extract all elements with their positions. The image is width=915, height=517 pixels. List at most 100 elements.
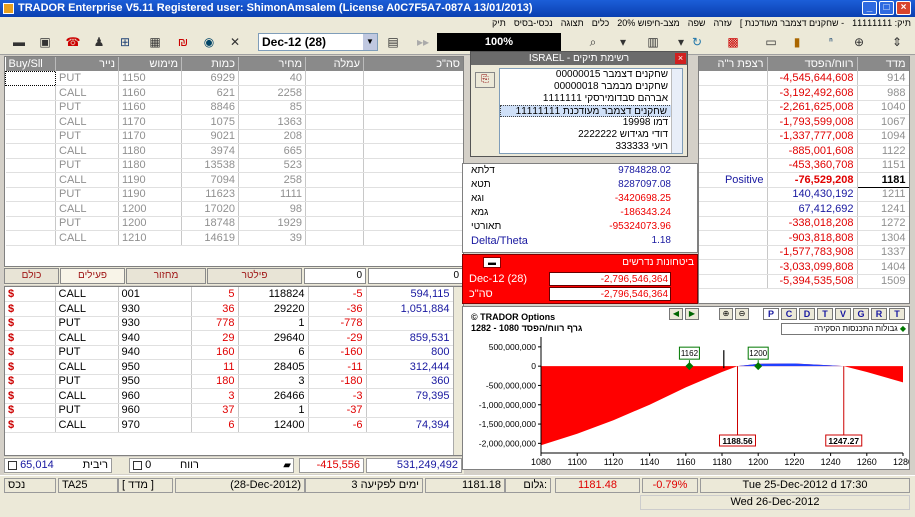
search-icon[interactable]: ⌕ bbox=[580, 33, 606, 51]
tab-all[interactable]: כולם bbox=[4, 268, 59, 284]
table-row[interactable]: -885,001,608 1122 bbox=[699, 143, 909, 159]
users-icon[interactable]: ♟ bbox=[90, 33, 108, 51]
chevron-down-icon[interactable]: ▼ bbox=[363, 34, 377, 50]
table-row[interactable]: $ CALL 970 6 12400 -6 74,394 bbox=[5, 417, 454, 433]
table-row[interactable]: -2,261,625,008 1040 bbox=[699, 100, 909, 115]
menu-item[interactable]: תיק: 11111111 bbox=[852, 18, 911, 28]
table-row[interactable]: PUT 1180 13538 523 bbox=[5, 158, 463, 173]
close-button[interactable]: × bbox=[896, 1, 911, 15]
menu-item[interactable]: מצב-חיפוש 20% bbox=[617, 18, 679, 28]
table-row[interactable]: -453,360,708 1151 bbox=[699, 158, 909, 173]
monitor-icon[interactable]: ▣ bbox=[36, 33, 54, 51]
table-row[interactable]: 140,430,192 1211 bbox=[699, 187, 909, 202]
column-header[interactable]: רצפת ר"ה bbox=[699, 57, 768, 71]
table-row[interactable]: 67,412,692 1241 bbox=[699, 201, 909, 217]
table-row[interactable]: -338,018,208 1272 bbox=[699, 216, 909, 231]
menu-item[interactable]: נכסי-בסיס bbox=[514, 18, 553, 28]
contract-select[interactable]: Dec-12 (28) ▼ bbox=[258, 33, 378, 51]
table-row[interactable]: -3,192,492,608 988 bbox=[699, 85, 909, 101]
profit-checkbox[interactable] bbox=[133, 460, 142, 470]
tools-icon[interactable]: ✕ bbox=[226, 33, 244, 51]
server-icon[interactable]: ▥ bbox=[644, 33, 662, 51]
portfolio-scrollbar[interactable] bbox=[671, 69, 682, 153]
chevron-down-icon[interactable]: ▾ bbox=[614, 33, 632, 51]
tab-turnover[interactable]: מחזור bbox=[126, 268, 206, 284]
chart-icon[interactable]: ▩ bbox=[724, 33, 742, 51]
table-row[interactable]: CALL 1190 7094 258 bbox=[5, 172, 463, 188]
maximize-button[interactable]: □ bbox=[879, 1, 894, 15]
table-row[interactable]: PUT 1150 6929 40 bbox=[5, 70, 463, 86]
refresh-icon[interactable]: ↻ bbox=[688, 33, 706, 51]
table-row[interactable]: -1,793,599,008 1067 bbox=[699, 114, 909, 130]
column-header[interactable]: רווח/הפסד bbox=[767, 57, 858, 71]
menu-item[interactable]: שפה bbox=[688, 18, 706, 28]
menu-item[interactable]: עזרה bbox=[714, 18, 732, 28]
table-row[interactable]: CALL 1200 17020 98 bbox=[5, 201, 463, 217]
column-header[interactable]: עמלה bbox=[305, 57, 364, 71]
globe-icon[interactable]: ◉ bbox=[200, 33, 218, 51]
portfolio-item[interactable]: דמו 19998 bbox=[500, 117, 682, 129]
print-icon[interactable]: ▭ bbox=[762, 33, 780, 51]
table-row[interactable]: -903,818,808 1304 bbox=[699, 230, 909, 246]
table-row[interactable]: $ CALL 960 3 26466 -3 79,395 bbox=[5, 388, 454, 404]
portfolio-item[interactable]: דודי מגידוש 2222222 bbox=[500, 129, 682, 141]
language-icon[interactable]: ⁿ bbox=[822, 33, 840, 51]
table-row[interactable]: -3,033,099,808 1404 bbox=[699, 259, 909, 275]
column-header[interactable]: כמות bbox=[181, 57, 239, 71]
table-row[interactable]: -1,337,777,008 1094 bbox=[699, 129, 909, 144]
table-row[interactable]: $ CALL 930 36 29220 -36 1,051,884 bbox=[5, 301, 454, 317]
table-row[interactable]: -5,394,535,508 1509 bbox=[699, 274, 909, 289]
close-icon[interactable]: × bbox=[675, 53, 686, 64]
tab-filter[interactable]: פילטר bbox=[207, 268, 302, 284]
fast-forward-icon[interactable]: ▸▸ bbox=[414, 33, 432, 51]
print-icon[interactable]: ▬ bbox=[483, 257, 501, 268]
folder-icon[interactable]: ▬ bbox=[10, 33, 28, 51]
table-row[interactable]: PUT 1170 9021 208 bbox=[5, 129, 463, 144]
column-header[interactable]: מימוש bbox=[118, 57, 182, 71]
table-row[interactable]: $ PUT 960 37 1 -37 bbox=[5, 403, 454, 418]
table-row[interactable]: $ CALL 940 29 29640 -29 859,531 bbox=[5, 330, 454, 346]
column-header[interactable]: מדד bbox=[857, 57, 909, 71]
column-header[interactable]: מחיר bbox=[238, 57, 306, 71]
table-row[interactable]: $ PUT 930 778 1 -778 bbox=[5, 316, 454, 331]
menu-item[interactable]: כלים bbox=[592, 18, 610, 28]
portfolio-item[interactable]: שחקנים מבמבר 00000018 bbox=[500, 81, 682, 93]
minimize-button[interactable]: _ bbox=[862, 1, 877, 15]
table-row[interactable]: CALL 1210 14619 39 bbox=[5, 230, 463, 246]
portfolio-item[interactable]: אברהם סבדומירסקי 1111111 bbox=[500, 93, 682, 105]
portfolio-item[interactable]: רועי 333333 bbox=[500, 141, 682, 153]
shekel-icon[interactable]: ₪ bbox=[174, 33, 192, 51]
table-row[interactable]: PUT 1160 8846 85 bbox=[5, 100, 463, 115]
zoom-icon[interactable]: ⊕ bbox=[850, 33, 868, 51]
menu-item[interactable]: תיק bbox=[492, 18, 506, 28]
portfolio-item[interactable]: שחקנים דצמבר 00000015 bbox=[500, 69, 682, 81]
tab-active[interactable]: פעילים bbox=[60, 268, 125, 284]
column-header[interactable]: Buy/Sll bbox=[5, 57, 56, 71]
table-row[interactable]: $ PUT 950 180 3 -180 360 bbox=[5, 374, 454, 389]
filter-value-2[interactable]: 0 bbox=[368, 268, 463, 284]
table-row[interactable]: $ CALL 001 5 118824 -5 594,115 bbox=[5, 287, 454, 302]
book-icon[interactable]: ▮ bbox=[788, 33, 806, 51]
open-portfolio-button[interactable]: ⎘ bbox=[475, 72, 495, 88]
calculator-icon[interactable]: ▦ bbox=[146, 33, 164, 51]
table-row[interactable]: CALL 1180 3974 665 bbox=[5, 143, 463, 159]
table-row[interactable]: -1,577,783,908 1337 bbox=[699, 245, 909, 260]
network-icon[interactable]: ⊞ bbox=[116, 33, 134, 51]
table-row[interactable]: CALL 1160 621 2258 bbox=[5, 85, 463, 101]
table-row[interactable]: PUT 1200 18748 1929 bbox=[5, 216, 463, 231]
phone-icon[interactable]: ☎ bbox=[64, 33, 82, 51]
portfolio-item[interactable]: שחקנים דצמבר מעודכנת 11111111 bbox=[500, 105, 682, 117]
menu-item[interactable]: תצוגה bbox=[561, 18, 584, 28]
column-header[interactable]: נייר bbox=[55, 57, 119, 71]
table-row[interactable]: -4,545,644,608 914 bbox=[699, 71, 909, 86]
table-row[interactable]: $ CALL 950 11 28405 -11 312,444 bbox=[5, 359, 454, 375]
table-row[interactable]: CALL 1170 1075 1363 bbox=[5, 114, 463, 130]
filter-value-1[interactable]: 0 bbox=[304, 268, 366, 284]
column-header[interactable]: סה"כ bbox=[363, 57, 463, 71]
interest-checkbox[interactable] bbox=[8, 460, 17, 470]
grid-icon[interactable]: ▤ bbox=[384, 33, 402, 51]
menu-item[interactable]: - שחקנים דצמבר מעודכנת ] bbox=[740, 18, 844, 28]
table-row[interactable]: Positive -76,529,208 1181 bbox=[699, 172, 909, 188]
edit-icon[interactable]: ▰ bbox=[283, 459, 291, 472]
table-row[interactable]: PUT 1190 11623 1111 bbox=[5, 187, 463, 202]
